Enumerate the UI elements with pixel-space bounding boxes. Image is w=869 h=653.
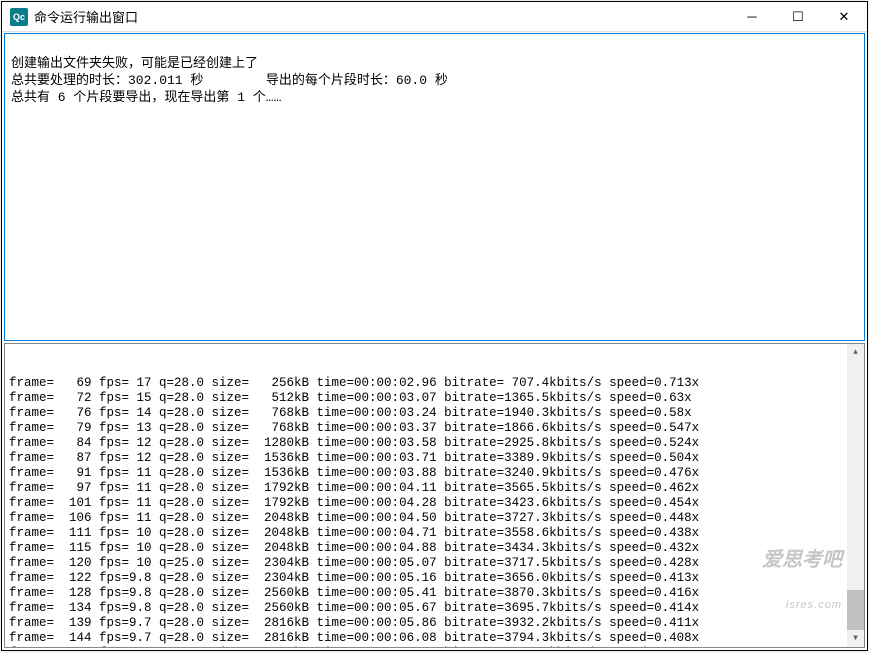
ffmpeg-log-line: frame= 97 fps= 11 q=28.0 size= 1792kB ti… bbox=[9, 481, 860, 496]
ffmpeg-log-line: frame= 134 fps=9.8 q=28.0 size= 2560kB t… bbox=[9, 601, 860, 616]
ffmpeg-log-line: frame= 101 fps= 11 q=28.0 size= 1792kB t… bbox=[9, 496, 860, 511]
close-button[interactable]: ✕ bbox=[821, 2, 867, 31]
ffmpeg-log-line: frame= 115 fps= 10 q=28.0 size= 2048kB t… bbox=[9, 541, 860, 556]
ffmpeg-log-line: frame= 122 fps=9.8 q=28.0 size= 2304kB t… bbox=[9, 571, 860, 586]
ffmpeg-log-line: frame= 144 fps=9.7 q=28.0 size= 2816kB t… bbox=[9, 631, 860, 646]
app-icon: Qc bbox=[10, 8, 28, 26]
ffmpeg-log-line: frame= 128 fps=9.8 q=28.0 size= 2560kB t… bbox=[9, 586, 860, 601]
scroll-track[interactable] bbox=[847, 361, 864, 630]
scroll-thumb[interactable] bbox=[847, 590, 864, 630]
status-output-pane[interactable]: 创建输出文件夹失败，可能是已经创建上了 总共要处理的时长：302.011 秒 导… bbox=[4, 33, 865, 341]
ffmpeg-log-line: frame= 149 fps=9.7 q=28.0 size= 3072kB t… bbox=[9, 646, 860, 648]
ffmpeg-log-line: frame= 106 fps= 11 q=28.0 size= 2048kB t… bbox=[9, 511, 860, 526]
scroll-up-button[interactable]: ▲ bbox=[847, 344, 864, 361]
status-line: 创建输出文件夹失败，可能是已经创建上了 bbox=[11, 56, 258, 71]
ffmpeg-log-line: frame= 76 fps= 14 q=28.0 size= 768kB tim… bbox=[9, 406, 860, 421]
status-line: 总共要处理的时长：302.011 秒 导出的每个片段时长：60.0 秒 bbox=[11, 73, 448, 88]
ffmpeg-log-line: frame= 69 fps= 17 q=28.0 size= 256kB tim… bbox=[9, 376, 860, 391]
ffmpeg-log-line: frame= 79 fps= 13 q=28.0 size= 768kB tim… bbox=[9, 421, 860, 436]
ffmpeg-log-line: frame= 139 fps=9.7 q=28.0 size= 2816kB t… bbox=[9, 616, 860, 631]
app-window: Qc 命令运行输出窗口 ─ ☐ ✕ 创建输出文件夹失败，可能是已经创建上了 总共… bbox=[1, 1, 868, 651]
minimize-button[interactable]: ─ bbox=[729, 2, 775, 31]
titlebar: Qc 命令运行输出窗口 ─ ☐ ✕ bbox=[2, 2, 867, 32]
status-line: 总共有 6 个片段要导出，现在导出第 1 个…… bbox=[11, 90, 281, 105]
vertical-scrollbar[interactable]: ▲ ▼ bbox=[847, 344, 864, 647]
ffmpeg-log-line: frame= 72 fps= 15 q=28.0 size= 512kB tim… bbox=[9, 391, 860, 406]
ffmpeg-log-line: frame= 91 fps= 11 q=28.0 size= 1536kB ti… bbox=[9, 466, 860, 481]
ffmpeg-output-pane[interactable]: frame= 69 fps= 17 q=28.0 size= 256kB tim… bbox=[4, 343, 865, 648]
ffmpeg-log-line: frame= 84 fps= 12 q=28.0 size= 1280kB ti… bbox=[9, 436, 860, 451]
content-area: 创建输出文件夹失败，可能是已经创建上了 总共要处理的时长：302.011 秒 导… bbox=[2, 32, 867, 650]
maximize-button[interactable]: ☐ bbox=[775, 2, 821, 31]
scroll-down-button[interactable]: ▼ bbox=[847, 630, 864, 647]
ffmpeg-log-line: frame= 111 fps= 10 q=28.0 size= 2048kB t… bbox=[9, 526, 860, 541]
window-title: 命令运行输出窗口 bbox=[34, 7, 729, 26]
ffmpeg-log-line: frame= 87 fps= 12 q=28.0 size= 1536kB ti… bbox=[9, 451, 860, 466]
window-controls: ─ ☐ ✕ bbox=[729, 2, 867, 31]
ffmpeg-log-line: frame= 120 fps= 10 q=25.0 size= 2304kB t… bbox=[9, 556, 860, 571]
